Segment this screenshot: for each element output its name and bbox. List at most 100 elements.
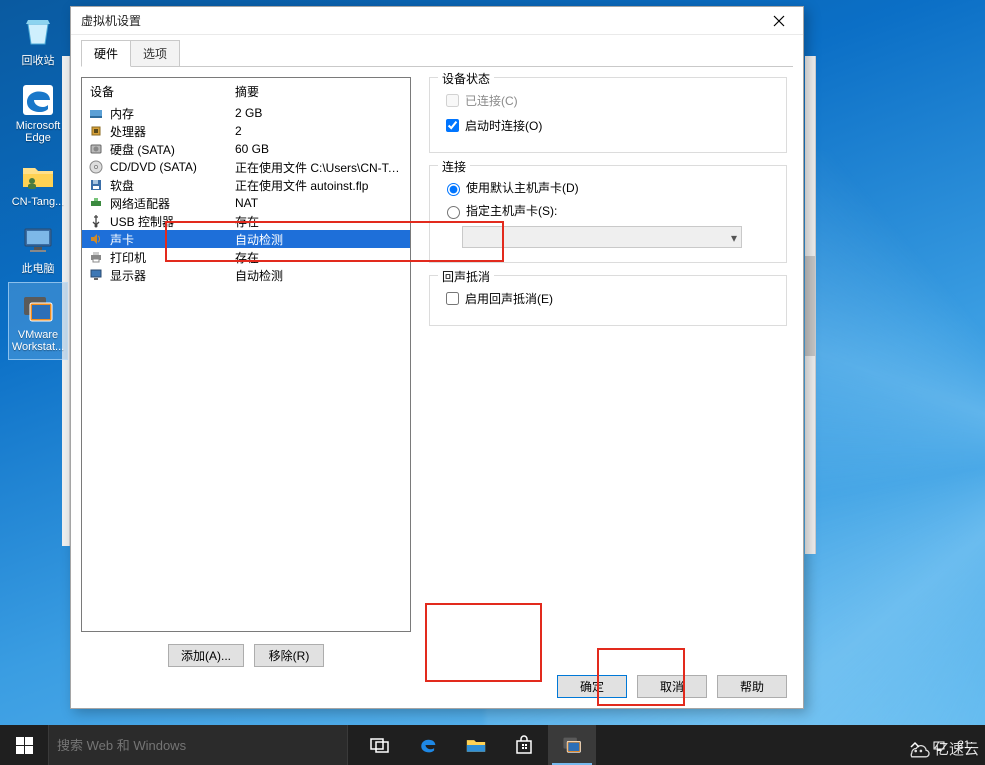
cd-icon [88, 159, 104, 175]
group-echo-cancel: 回声抵消 启用回声抵消(E) [429, 275, 787, 326]
watermark: 亿速云 [904, 738, 979, 759]
radio-use-default[interactable]: 使用默认主机声卡(D) [442, 176, 774, 199]
radio-use-default-input[interactable] [447, 183, 460, 196]
cancel-button[interactable]: 取消 [637, 675, 707, 698]
hardware-row-display[interactable]: 显示器自动检测 [82, 266, 410, 284]
titlebar[interactable]: 虚拟机设置 [71, 7, 803, 35]
hardware-row-name: 硬盘 (SATA) [110, 141, 235, 158]
checkbox-label: 启用回声抵消(E) [465, 290, 553, 307]
floppy-icon [88, 177, 104, 193]
store-icon [514, 735, 534, 755]
hardware-row-summary: 2 GB [235, 106, 402, 120]
desktop-icon-label: 此电脑 [22, 260, 55, 276]
hardware-row-name: 软盘 [110, 177, 235, 194]
hardware-row-summary: NAT [235, 196, 402, 210]
desktop-icon-edge[interactable]: Microsoft Edge [8, 74, 68, 150]
dialog-title: 虚拟机设置 [81, 12, 141, 29]
hardware-row-memory[interactable]: 内存2 GB [82, 104, 410, 122]
add-button[interactable]: 添加(A)... [168, 644, 244, 667]
hardware-row-floppy[interactable]: 软盘正在使用文件 autoinst.flp [82, 176, 410, 194]
hardware-row-name: 打印机 [110, 249, 235, 266]
hardware-row-summary: 存在 [235, 249, 402, 266]
hardware-row-disk[interactable]: 硬盘 (SATA)60 GB [82, 140, 410, 158]
background-window-sliver-right [806, 56, 816, 554]
cpu-icon [88, 123, 104, 139]
windows-logo-icon [16, 737, 33, 754]
desktop-icon-label: VMware Workstat... [9, 329, 67, 353]
desktop-icon-recycle-bin[interactable]: 回收站 [8, 6, 68, 74]
hardware-row-network[interactable]: 网络适配器NAT [82, 194, 410, 212]
dialog-footer-buttons: 确定 取消 帮助 [81, 667, 793, 698]
help-button[interactable]: 帮助 [717, 675, 787, 698]
group-legend: 回声抵消 [438, 268, 494, 285]
watermark-text: 亿速云 [934, 738, 979, 759]
taskbar-taskview[interactable] [356, 725, 404, 765]
desktop-icon-label: CN-Tang... [12, 196, 65, 208]
taskbar-vmware[interactable] [548, 725, 596, 765]
checkbox-echo[interactable]: 启用回声抵消(E) [442, 286, 774, 311]
printer-icon [88, 249, 104, 265]
taskbar-search[interactable] [48, 725, 348, 765]
group-legend: 连接 [438, 158, 470, 175]
desktop-icon-vmware[interactable]: VMware Workstat... [8, 282, 68, 360]
hardware-list-header: 设备 摘要 [82, 78, 410, 104]
close-button[interactable] [759, 7, 799, 34]
hardware-row-summary: 存在 [235, 213, 402, 230]
checkbox-echo-input[interactable] [446, 292, 459, 305]
hardware-row-printer[interactable]: 打印机存在 [82, 248, 410, 266]
hardware-row-name: 显示器 [110, 267, 235, 284]
vmware-icon [18, 289, 58, 329]
recycle-bin-icon [18, 12, 58, 52]
search-input[interactable] [49, 725, 347, 765]
taskbar-explorer[interactable] [452, 725, 500, 765]
hardware-row-name: CD/DVD (SATA) [110, 160, 235, 174]
desktop-icon-user-folder[interactable]: CN-Tang... [8, 150, 68, 214]
tab-hardware[interactable]: 硬件 [81, 40, 131, 67]
hardware-row-name: 网络适配器 [110, 195, 235, 212]
col-summary: 摘要 [235, 83, 402, 100]
hardware-row-usb[interactable]: USB 控制器存在 [82, 212, 410, 230]
network-icon [88, 195, 104, 211]
remove-button[interactable]: 移除(R) [254, 644, 324, 667]
desktop-icon-label: 回收站 [22, 52, 55, 68]
hardware-row-cpu[interactable]: 处理器2 [82, 122, 410, 140]
host-soundcard-select: ▾ [462, 226, 742, 248]
hardware-list[interactable]: 设备 摘要 内存2 GB处理器2硬盘 (SATA)60 GBCD/DVD (SA… [81, 77, 411, 632]
chevron-down-icon: ▾ [731, 231, 737, 245]
folder-user-icon [18, 156, 58, 196]
taskbar-edge[interactable] [404, 725, 452, 765]
checkbox-label: 启动时连接(O) [465, 117, 542, 134]
hardware-row-summary: 自动检测 [235, 267, 402, 284]
hardware-row-name: 内存 [110, 105, 235, 122]
checkbox-label: 已连接(C) [465, 92, 518, 109]
display-icon [88, 267, 104, 283]
watermark-cloud-icon [904, 740, 930, 758]
desktop-icon-label: Microsoft Edge [8, 120, 68, 144]
taskbar-store[interactable] [500, 725, 548, 765]
radio-specify[interactable]: 指定主机声卡(S): [442, 199, 774, 222]
edge-icon [18, 80, 58, 120]
desktop-icon-this-pc[interactable]: 此电脑 [8, 214, 68, 282]
hardware-row-cd[interactable]: CD/DVD (SATA)正在使用文件 C:\Users\CN-Tan... [82, 158, 410, 176]
vmware-icon [561, 734, 583, 756]
start-button[interactable] [0, 725, 48, 765]
radio-label: 指定主机声卡(S): [466, 202, 557, 219]
hardware-row-name: 处理器 [110, 123, 235, 140]
ok-button[interactable]: 确定 [557, 675, 627, 698]
tab-strip: 硬件 选项 [81, 41, 793, 67]
checkbox-connected: 已连接(C) [442, 88, 774, 113]
disk-icon [88, 141, 104, 157]
checkbox-connect-on-power-input[interactable] [446, 119, 459, 132]
close-icon [773, 15, 785, 27]
checkbox-connect-on-power[interactable]: 启动时连接(O) [442, 113, 774, 138]
vm-settings-dialog: 虚拟机设置 硬件 选项 设备 摘要 内存2 GB处理器2硬盘 (SATA)60 … [70, 6, 804, 709]
hardware-row-name: 声卡 [110, 231, 235, 248]
tab-options[interactable]: 选项 [130, 40, 180, 66]
radio-specify-input[interactable] [447, 206, 460, 219]
hardware-row-sound[interactable]: 声卡自动检测 [82, 230, 410, 248]
col-device: 设备 [90, 83, 235, 100]
radio-label: 使用默认主机声卡(D) [466, 179, 579, 196]
memory-icon [88, 105, 104, 121]
hardware-row-name: USB 控制器 [110, 213, 235, 230]
hardware-row-summary: 正在使用文件 autoinst.flp [235, 177, 402, 194]
